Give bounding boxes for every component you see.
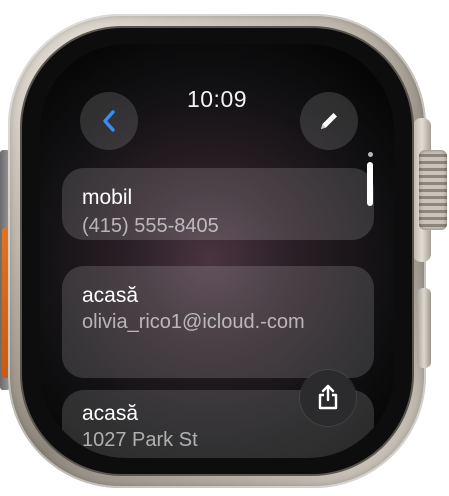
chevron-left-icon	[103, 110, 115, 132]
field-label: acasă	[82, 402, 139, 425]
field-label: mobil	[82, 186, 133, 209]
watch-screen: 10:09 mobil (415) 555-8405 acasă olivia_…	[40, 44, 394, 458]
contact-field-email[interactable]: acasă olivia_rico1@icloud.-com	[62, 266, 374, 378]
pencil-icon	[321, 113, 337, 129]
side-button[interactable]	[417, 288, 431, 368]
contact-field-mobile[interactable]: mobil (415) 555-8405	[62, 168, 374, 240]
field-value: olivia_rico1@icloud.-com	[82, 311, 305, 333]
field-label: acasă	[82, 284, 139, 307]
field-value: (415) 555-8405	[82, 215, 219, 237]
share-button[interactable]	[300, 370, 356, 426]
digital-crown[interactable]	[419, 150, 447, 230]
field-value: 1027 Park St	[82, 429, 198, 451]
edit-button[interactable]	[300, 92, 358, 150]
share-icon	[318, 384, 338, 410]
scroll-indicator-dot	[368, 152, 373, 157]
